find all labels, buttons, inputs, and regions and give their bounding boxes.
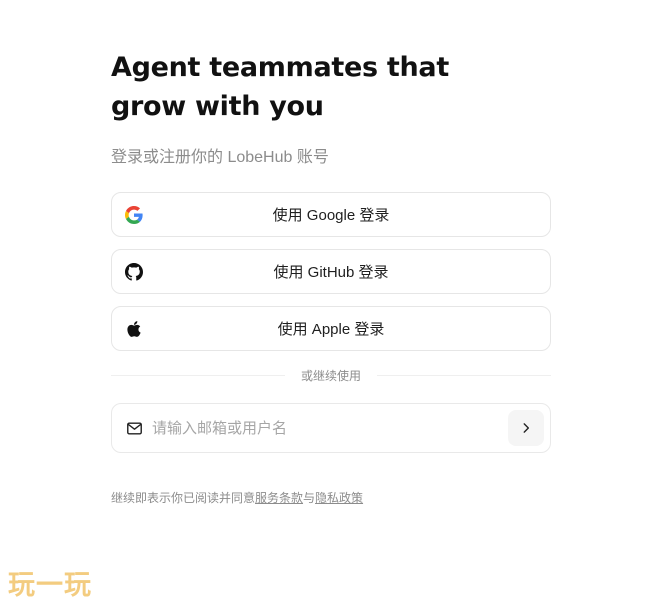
apple-login-label: 使用 Apple 登录 (277, 321, 385, 338)
github-icon (125, 262, 143, 281)
google-login-button[interactable]: 使用 Google 登录 (111, 192, 551, 237)
terms-prefix: 继续即表示你已阅读并同意 (111, 491, 256, 505)
terms-conjunction: 与 (303, 491, 316, 505)
page-title: Agent teammates that grow with you (111, 52, 449, 122)
watermark-logo: 玩一玩 (8, 570, 92, 601)
divider-line-left (111, 374, 285, 376)
chevron-right-icon (523, 423, 530, 433)
or-divider: 或继续使用 (111, 365, 552, 385)
github-login-button[interactable]: 使用 GitHub 登录 (111, 249, 551, 294)
privacy-policy-link[interactable]: 隐私政策 (315, 491, 363, 505)
google-login-label: 使用 Google 登录 (272, 207, 390, 224)
apple-icon (125, 320, 143, 338)
page-subtitle: 登录或注册你的 LobeHub 账号 (111, 149, 329, 166)
google-icon (125, 205, 143, 224)
email-input-box (111, 403, 551, 453)
mail-icon (125, 419, 143, 437)
email-submit-button[interactable] (508, 410, 544, 446)
login-page: Agent teammates that grow with you 登录或注册… (0, 0, 672, 606)
divider-label: 或继续使用 (301, 368, 362, 383)
terms-of-service-link[interactable]: 服务条款 (255, 491, 303, 505)
divider-line-right (377, 374, 552, 376)
github-login-label: 使用 GitHub 登录 (273, 264, 389, 281)
email-input[interactable] (152, 419, 508, 437)
apple-login-button[interactable]: 使用 Apple 登录 (111, 306, 551, 351)
terms-notice: 继续即表示你已阅读并同意服务条款与隐私政策 (111, 489, 551, 507)
provider-list: 使用 Google 登录 使用 GitHub 登录 使用 Apple 登录 (111, 192, 551, 351)
login-panel: Agent teammates that grow with you 登录或注册… (111, 48, 552, 507)
